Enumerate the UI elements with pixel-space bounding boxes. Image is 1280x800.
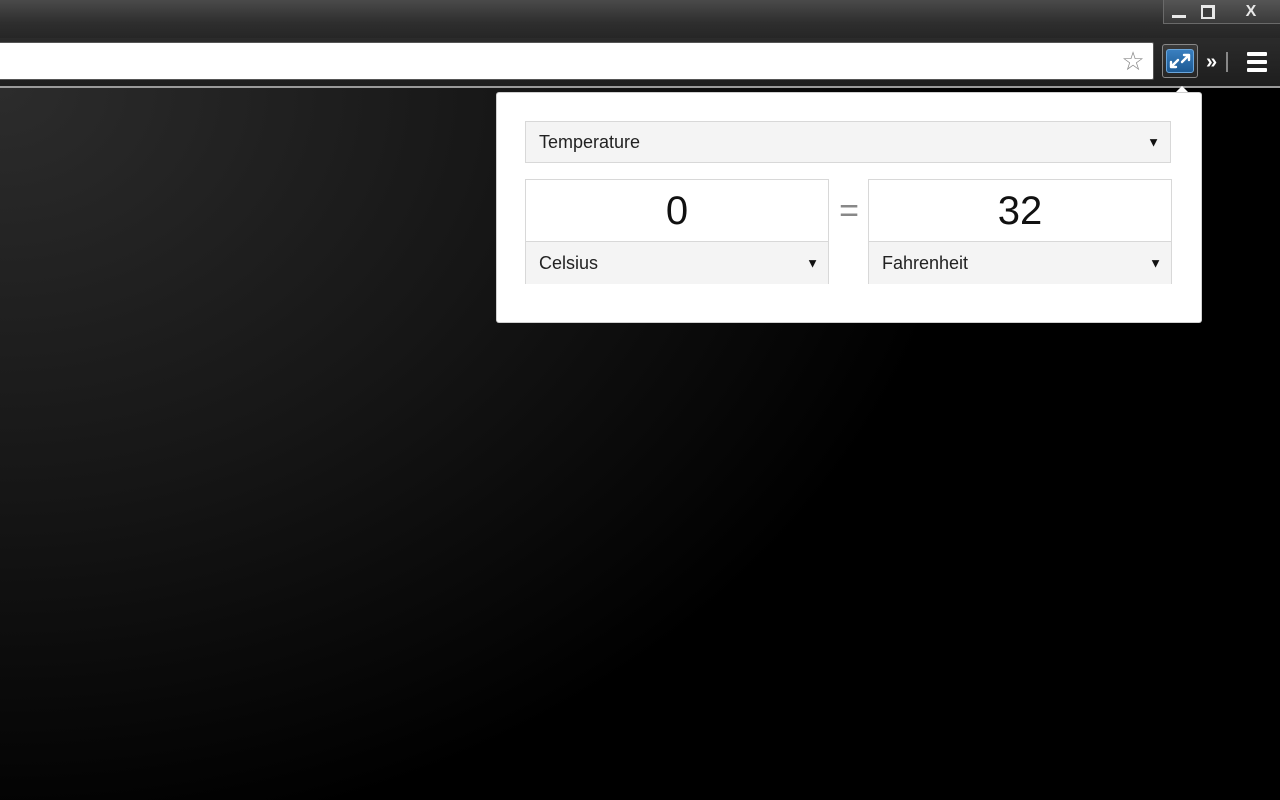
unit-converter-popup: Temperature ▼ 0 Celsius ▼ = 32 Fahrenhei… bbox=[497, 93, 1201, 322]
browser-toolbar: ☆ » bbox=[0, 38, 1280, 88]
restore-icon bbox=[1201, 5, 1215, 19]
to-unit-panel: 32 Fahrenheit ▼ bbox=[868, 179, 1172, 284]
hamburger-line bbox=[1247, 60, 1267, 64]
unit-converter-extension-button[interactable] bbox=[1162, 44, 1198, 78]
from-unit-select-value: Celsius bbox=[539, 252, 599, 273]
window-controls: X bbox=[1163, 0, 1280, 24]
chevron-double-right-icon: » bbox=[1206, 51, 1218, 73]
hamburger-line bbox=[1247, 68, 1267, 72]
convert-arrows-icon bbox=[1169, 53, 1191, 69]
window-titlebar: X bbox=[0, 0, 1280, 38]
overflow-divider bbox=[1226, 52, 1228, 72]
dropdown-caret-icon: ▼ bbox=[1149, 255, 1162, 271]
dropdown-caret-icon: ▼ bbox=[1147, 134, 1160, 150]
to-unit-select[interactable]: Fahrenheit ▼ bbox=[869, 242, 1171, 284]
from-unit-select[interactable]: Celsius ▼ bbox=[526, 242, 828, 284]
category-select[interactable]: Temperature ▼ bbox=[525, 121, 1171, 163]
address-bar[interactable]: ☆ bbox=[0, 42, 1154, 80]
unit-converter-icon bbox=[1166, 49, 1194, 73]
minimize-icon bbox=[1172, 14, 1186, 18]
to-value-input[interactable]: 32 bbox=[869, 180, 1171, 242]
dropdown-caret-icon: ▼ bbox=[806, 255, 819, 271]
from-value-input[interactable]: 0 bbox=[526, 180, 828, 242]
close-button[interactable]: X bbox=[1222, 0, 1280, 24]
browser-menu-button[interactable] bbox=[1244, 50, 1270, 74]
minimize-button[interactable] bbox=[1164, 0, 1194, 24]
equals-sign: = bbox=[839, 192, 859, 230]
bookmark-star-icon[interactable]: ☆ bbox=[1119, 47, 1147, 75]
from-unit-panel: 0 Celsius ▼ bbox=[525, 179, 829, 284]
extensions-overflow-button[interactable]: » bbox=[1206, 48, 1232, 76]
hamburger-line bbox=[1247, 52, 1267, 56]
restore-button[interactable] bbox=[1194, 0, 1222, 24]
to-unit-select-value: Fahrenheit bbox=[882, 252, 969, 273]
category-select-value: Temperature bbox=[539, 131, 641, 152]
